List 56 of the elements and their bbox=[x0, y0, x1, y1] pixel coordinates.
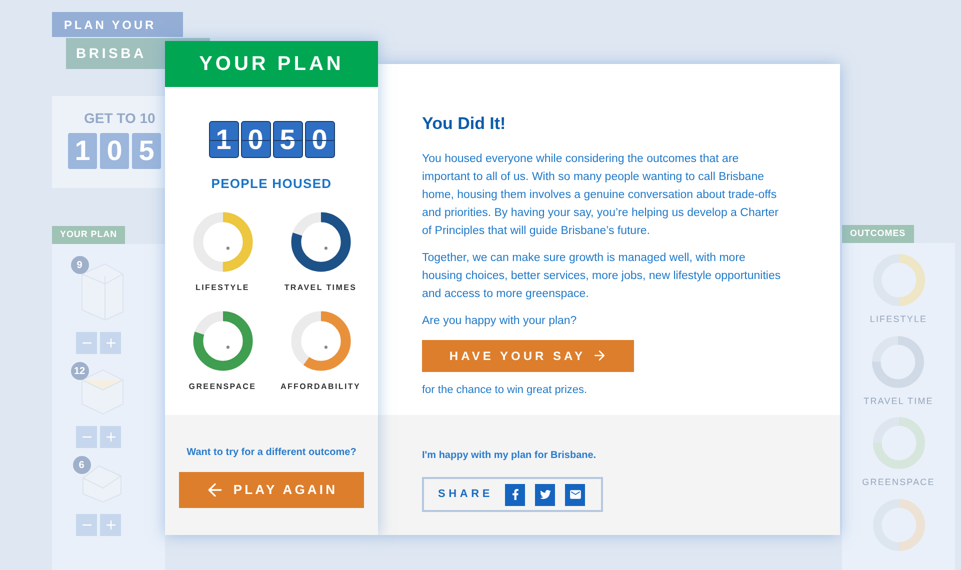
play-again-button[interactable]: PLAY AGAIN bbox=[179, 472, 364, 508]
title-tag: PLAN YOUR bbox=[52, 12, 183, 37]
count-badge: 9 bbox=[70, 256, 88, 274]
share-text: I'm happy with my plan for Brisbane. bbox=[422, 449, 596, 463]
result-text: Together, we can make sure growth is managed well, with more housing choices, better services, more jobs, new lifestyle opportunities and access to more greenspace. bbox=[422, 250, 782, 302]
donut-gauge bbox=[192, 210, 254, 272]
result-text: Are you happy with your plan? bbox=[422, 314, 577, 328]
retry-prompt: Want to try for a different outcome? bbox=[186, 446, 356, 460]
prize-note: for the chance to win great prizes. bbox=[422, 382, 588, 398]
twitter-button[interactable] bbox=[535, 484, 556, 506]
donut-gauge bbox=[871, 334, 926, 388]
digit-tile: 1 bbox=[68, 133, 97, 169]
donut-gauge bbox=[192, 310, 254, 372]
outcome-label: LIFESTYLE bbox=[196, 282, 250, 294]
plus-icon bbox=[104, 518, 118, 532]
plus-icon bbox=[104, 430, 118, 444]
donut-gauge bbox=[290, 210, 352, 272]
plus-button[interactable] bbox=[100, 426, 121, 448]
outcome-label: GREENSPACE bbox=[188, 380, 256, 392]
arrow-right-icon bbox=[592, 348, 607, 363]
counter-label: PEOPLE HOUSED bbox=[211, 175, 332, 193]
count-badge: 12 bbox=[70, 362, 88, 380]
title-text: BRISBA bbox=[76, 44, 146, 63]
card-title: YOUR PLAN bbox=[199, 52, 344, 77]
plus-button[interactable] bbox=[100, 514, 121, 536]
facebook-icon bbox=[510, 489, 521, 500]
minus-button[interactable] bbox=[76, 426, 97, 448]
envelope-icon bbox=[568, 488, 582, 501]
count-badge: 6 bbox=[72, 456, 90, 474]
facebook-button[interactable] bbox=[505, 484, 526, 506]
donut-gauge bbox=[872, 253, 926, 307]
plus-button[interactable] bbox=[100, 332, 121, 354]
flip-digit: 1 bbox=[208, 121, 238, 158]
digit-tile: 0 bbox=[100, 133, 129, 169]
flip-digit: 5 bbox=[272, 121, 302, 158]
outcome-label: TRAVEL TIMES bbox=[284, 282, 357, 294]
email-button[interactable] bbox=[565, 484, 586, 506]
minus-button[interactable] bbox=[76, 332, 97, 354]
outcome-label: GREENSPACE bbox=[862, 476, 935, 489]
have-your-say-button[interactable]: HAVE YOUR SAY bbox=[422, 340, 634, 372]
plus-icon bbox=[104, 336, 118, 350]
outcome-label: TRAVEL TIME bbox=[864, 394, 934, 408]
share-label: SHARE bbox=[438, 487, 494, 502]
flip-digit: 0 bbox=[304, 121, 334, 158]
donut-gauge bbox=[290, 310, 352, 372]
outcome-label: LIFESTYLE bbox=[870, 313, 928, 326]
donut-gauge bbox=[872, 416, 926, 470]
digit-tile: 5 bbox=[132, 133, 161, 169]
flip-digit: 0 bbox=[240, 121, 270, 158]
goal-label: GET TO 10 bbox=[84, 109, 156, 128]
bird-icon bbox=[540, 489, 551, 500]
result-heading: You Did It! bbox=[422, 113, 506, 135]
outcome-label: AFFORDABILITY bbox=[280, 380, 361, 392]
result-text: You housed everyone while considering the outcomes that are important to all of us. With so many people wanting to call Brisbane home, housing them involves a genuine conversation about trade-offs and priorities. By having your say, you’re helping us develop a Charter of Principles that will guide Brisbane’s future. bbox=[422, 152, 780, 238]
donut-gauge bbox=[872, 498, 926, 552]
minus-button[interactable] bbox=[76, 514, 97, 536]
